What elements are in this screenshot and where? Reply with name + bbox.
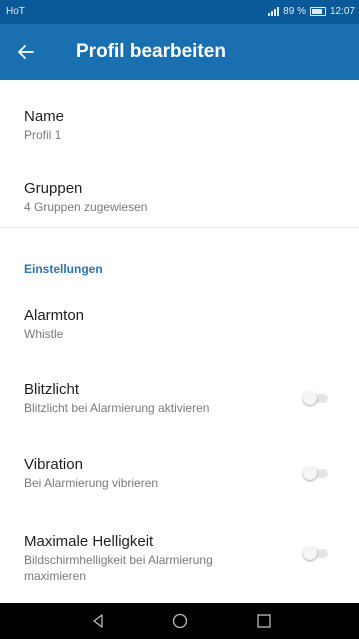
max-brightness-toggle[interactable] xyxy=(303,546,329,560)
vibration-label: Vibration xyxy=(24,456,83,473)
carrier-name: HoT xyxy=(6,6,25,17)
max-brightness-label: Maximale Helligkeit xyxy=(24,533,154,550)
battery-percent: 89 % xyxy=(283,6,306,17)
flashlight-label: Blitzlicht xyxy=(24,381,80,398)
groups-item[interactable]: Gruppen 4 Gruppen zugewiesen xyxy=(24,179,324,215)
groups-label: Gruppen xyxy=(24,180,83,197)
nav-recents-button[interactable] xyxy=(255,612,273,630)
toggle-thumb xyxy=(303,466,317,480)
max-brightness-item[interactable]: Maximale Helligkeit Bildschirmhelligkeit… xyxy=(24,532,264,584)
back-triangle-icon xyxy=(93,614,103,628)
arrow-left-icon xyxy=(18,45,34,59)
back-button[interactable] xyxy=(12,38,40,66)
flashlight-item[interactable]: Blitzlicht Blitzlicht bei Alarmierung ak… xyxy=(24,380,324,416)
recents-square-icon xyxy=(257,614,271,628)
vibration-item[interactable]: Vibration Bei Alarmierung vibrieren xyxy=(24,455,324,491)
clock: 12:07 xyxy=(329,6,355,17)
nav-home-button[interactable] xyxy=(171,612,189,630)
divider xyxy=(0,227,359,228)
home-circle-icon xyxy=(172,613,188,629)
name-value: Profil 1 xyxy=(24,128,62,142)
page-title: Profil bearbeiten xyxy=(76,41,226,62)
toggle-thumb xyxy=(303,546,317,560)
flashlight-toggle[interactable] xyxy=(303,391,329,405)
vibration-description: Bei Alarmierung vibrieren xyxy=(24,476,159,490)
battery-icon xyxy=(309,7,326,16)
nav-back-button[interactable] xyxy=(89,612,107,630)
vibration-toggle[interactable] xyxy=(303,466,329,480)
status-icons: 89 % 12:07 xyxy=(268,6,355,17)
name-label: Name xyxy=(24,108,65,125)
alarm-tone-value: Whistle xyxy=(24,327,64,341)
system-nav-bar xyxy=(0,603,359,639)
alarm-tone-item[interactable]: Alarmton Whistle xyxy=(24,306,324,342)
signal-icon xyxy=(268,7,280,16)
app-bar: Profil bearbeiten xyxy=(0,24,359,80)
alarm-tone-label: Alarmton xyxy=(24,307,85,324)
flashlight-description: Blitzlicht bei Alarmierung aktivieren xyxy=(24,401,210,415)
toggle-thumb xyxy=(303,391,317,405)
max-brightness-description: Bildschirmhelligkeit bei Alarmierung max… xyxy=(24,553,213,583)
section-title-settings: Einstellungen xyxy=(24,262,103,276)
status-bar: HoT 89 % 12:07 xyxy=(0,0,359,24)
groups-value: 4 Gruppen zugewiesen xyxy=(24,200,148,214)
name-item[interactable]: Name Profil 1 xyxy=(24,107,324,143)
